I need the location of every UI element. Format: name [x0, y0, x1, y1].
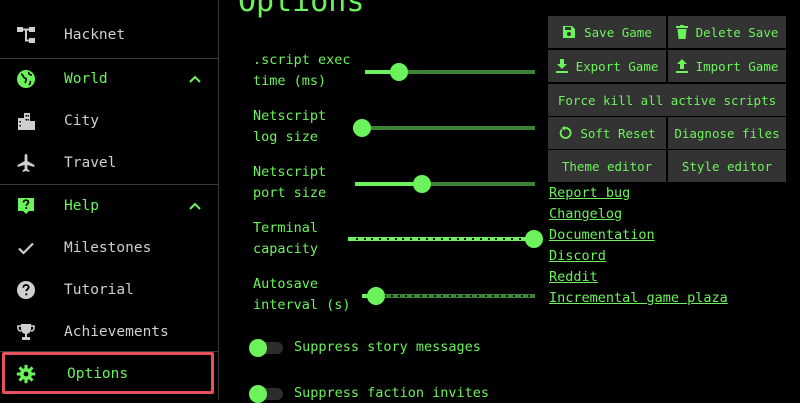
sidebar-item-hacknet[interactable]: Hacknet [0, 14, 218, 56]
slider-label-netscript-log-size: Netscript log size [253, 108, 327, 145]
slider-label-autosave-interval: Autosave interval (s) [253, 276, 351, 313]
link-report-bug[interactable]: Report bug [549, 185, 630, 201]
slider-thumb[interactable] [412, 175, 431, 193]
toggle-suppress-story-messages[interactable] [249, 339, 285, 357]
save-game-button[interactable]: Save Game [548, 16, 666, 48]
slider-terminal-capacity[interactable] [348, 230, 543, 248]
toggle-label: Suppress story messages [294, 339, 481, 355]
link-changelog[interactable]: Changelog [549, 206, 622, 222]
slider-script-exec-time[interactable] [365, 63, 535, 81]
sidebar-item-milestones[interactable]: Milestones [0, 227, 218, 269]
slider-netscript-port-size[interactable] [355, 175, 535, 193]
slider-label-netscript-port-size: Netscript port size [253, 164, 327, 201]
checkmark-icon [14, 236, 38, 260]
sidebar-item-help[interactable]: Help [0, 185, 218, 227]
link-discord[interactable]: Discord [549, 248, 606, 264]
slider-thumb[interactable] [353, 119, 372, 137]
soft-reset-button[interactable]: Soft Reset [548, 117, 666, 149]
export-game-label: Export Game [575, 58, 659, 74]
slider-autosave-interval[interactable] [362, 287, 535, 305]
sidebar-item-tutorial[interactable]: Tutorial [0, 269, 218, 311]
import-game-label: Import Game [695, 58, 779, 74]
force-kill-label: Force kill all active scripts [557, 92, 777, 108]
sidebar-item-travel[interactable]: Travel [0, 142, 218, 184]
help-box-icon [14, 194, 38, 218]
slider-thumb[interactable] [390, 63, 408, 81]
import-game-button[interactable]: Import Game [668, 50, 786, 82]
sidebar-item-label: Hacknet [64, 27, 126, 43]
delete-save-button[interactable]: Delete Save [668, 16, 786, 48]
sidebar-item-label: Achievements [64, 324, 169, 340]
restart-icon [560, 126, 572, 139]
city-icon [14, 109, 38, 133]
slider-label-terminal-capacity: Terminal capacity [253, 220, 319, 257]
force-kill-scripts-button[interactable]: Force kill all active scripts [548, 84, 786, 116]
sidebar-item-achievements[interactable]: Achievements [0, 311, 218, 353]
slider-thumb[interactable] [366, 287, 385, 305]
theme-editor-label: Theme editor [561, 158, 653, 174]
trophy-icon [14, 320, 38, 344]
sidebar-item-label: World [64, 71, 108, 87]
page-title: Options [238, 0, 365, 19]
style-editor-label: Style editor [681, 158, 773, 174]
chevron-up-icon[interactable] [188, 199, 202, 213]
soft-reset-label: Soft Reset [580, 125, 656, 141]
sidebar-item-label: City [64, 113, 99, 129]
toggle-suppress-faction-invites[interactable] [249, 385, 285, 403]
link-incremental-game-plaza[interactable]: Incremental game plaza [549, 290, 728, 306]
sidebar-item-label: Travel [64, 155, 117, 171]
network-tree-icon [14, 23, 38, 47]
save-icon [563, 26, 576, 38]
diagnose-files-button[interactable]: Diagnose files [668, 117, 786, 149]
trash-icon [675, 25, 688, 39]
download-icon [555, 59, 568, 73]
slider-label-script-exec-time: .script exec time (ms) [253, 52, 351, 89]
slider-netscript-log-size[interactable] [353, 119, 535, 137]
sidebar: Hacknet World City Travel Help Milestone… [0, 0, 219, 400]
link-reddit[interactable]: Reddit [549, 269, 598, 285]
delete-save-label: Delete Save [695, 24, 779, 40]
diagnose-files-label: Diagnose files [674, 125, 780, 141]
slider-thumb[interactable] [525, 230, 543, 248]
theme-editor-button[interactable]: Theme editor [548, 150, 666, 182]
chevron-up-icon[interactable] [188, 72, 202, 86]
upload-icon [675, 59, 688, 73]
export-game-button[interactable]: Export Game [548, 50, 666, 82]
globe-icon [14, 67, 38, 91]
link-documentation[interactable]: Documentation [549, 227, 655, 243]
question-circle-icon [14, 278, 38, 302]
selection-highlight [2, 352, 214, 394]
sidebar-item-world[interactable]: World [0, 58, 218, 100]
save-game-label: Save Game [584, 24, 652, 40]
style-editor-button[interactable]: Style editor [668, 150, 786, 182]
sidebar-item-label: Help [64, 198, 99, 214]
airplane-icon [14, 151, 38, 175]
toggle-label: Suppress faction invites [294, 385, 490, 401]
sidebar-item-label: Milestones [64, 240, 152, 256]
sidebar-item-city[interactable]: City [0, 100, 218, 142]
sidebar-item-label: Tutorial [64, 282, 134, 298]
